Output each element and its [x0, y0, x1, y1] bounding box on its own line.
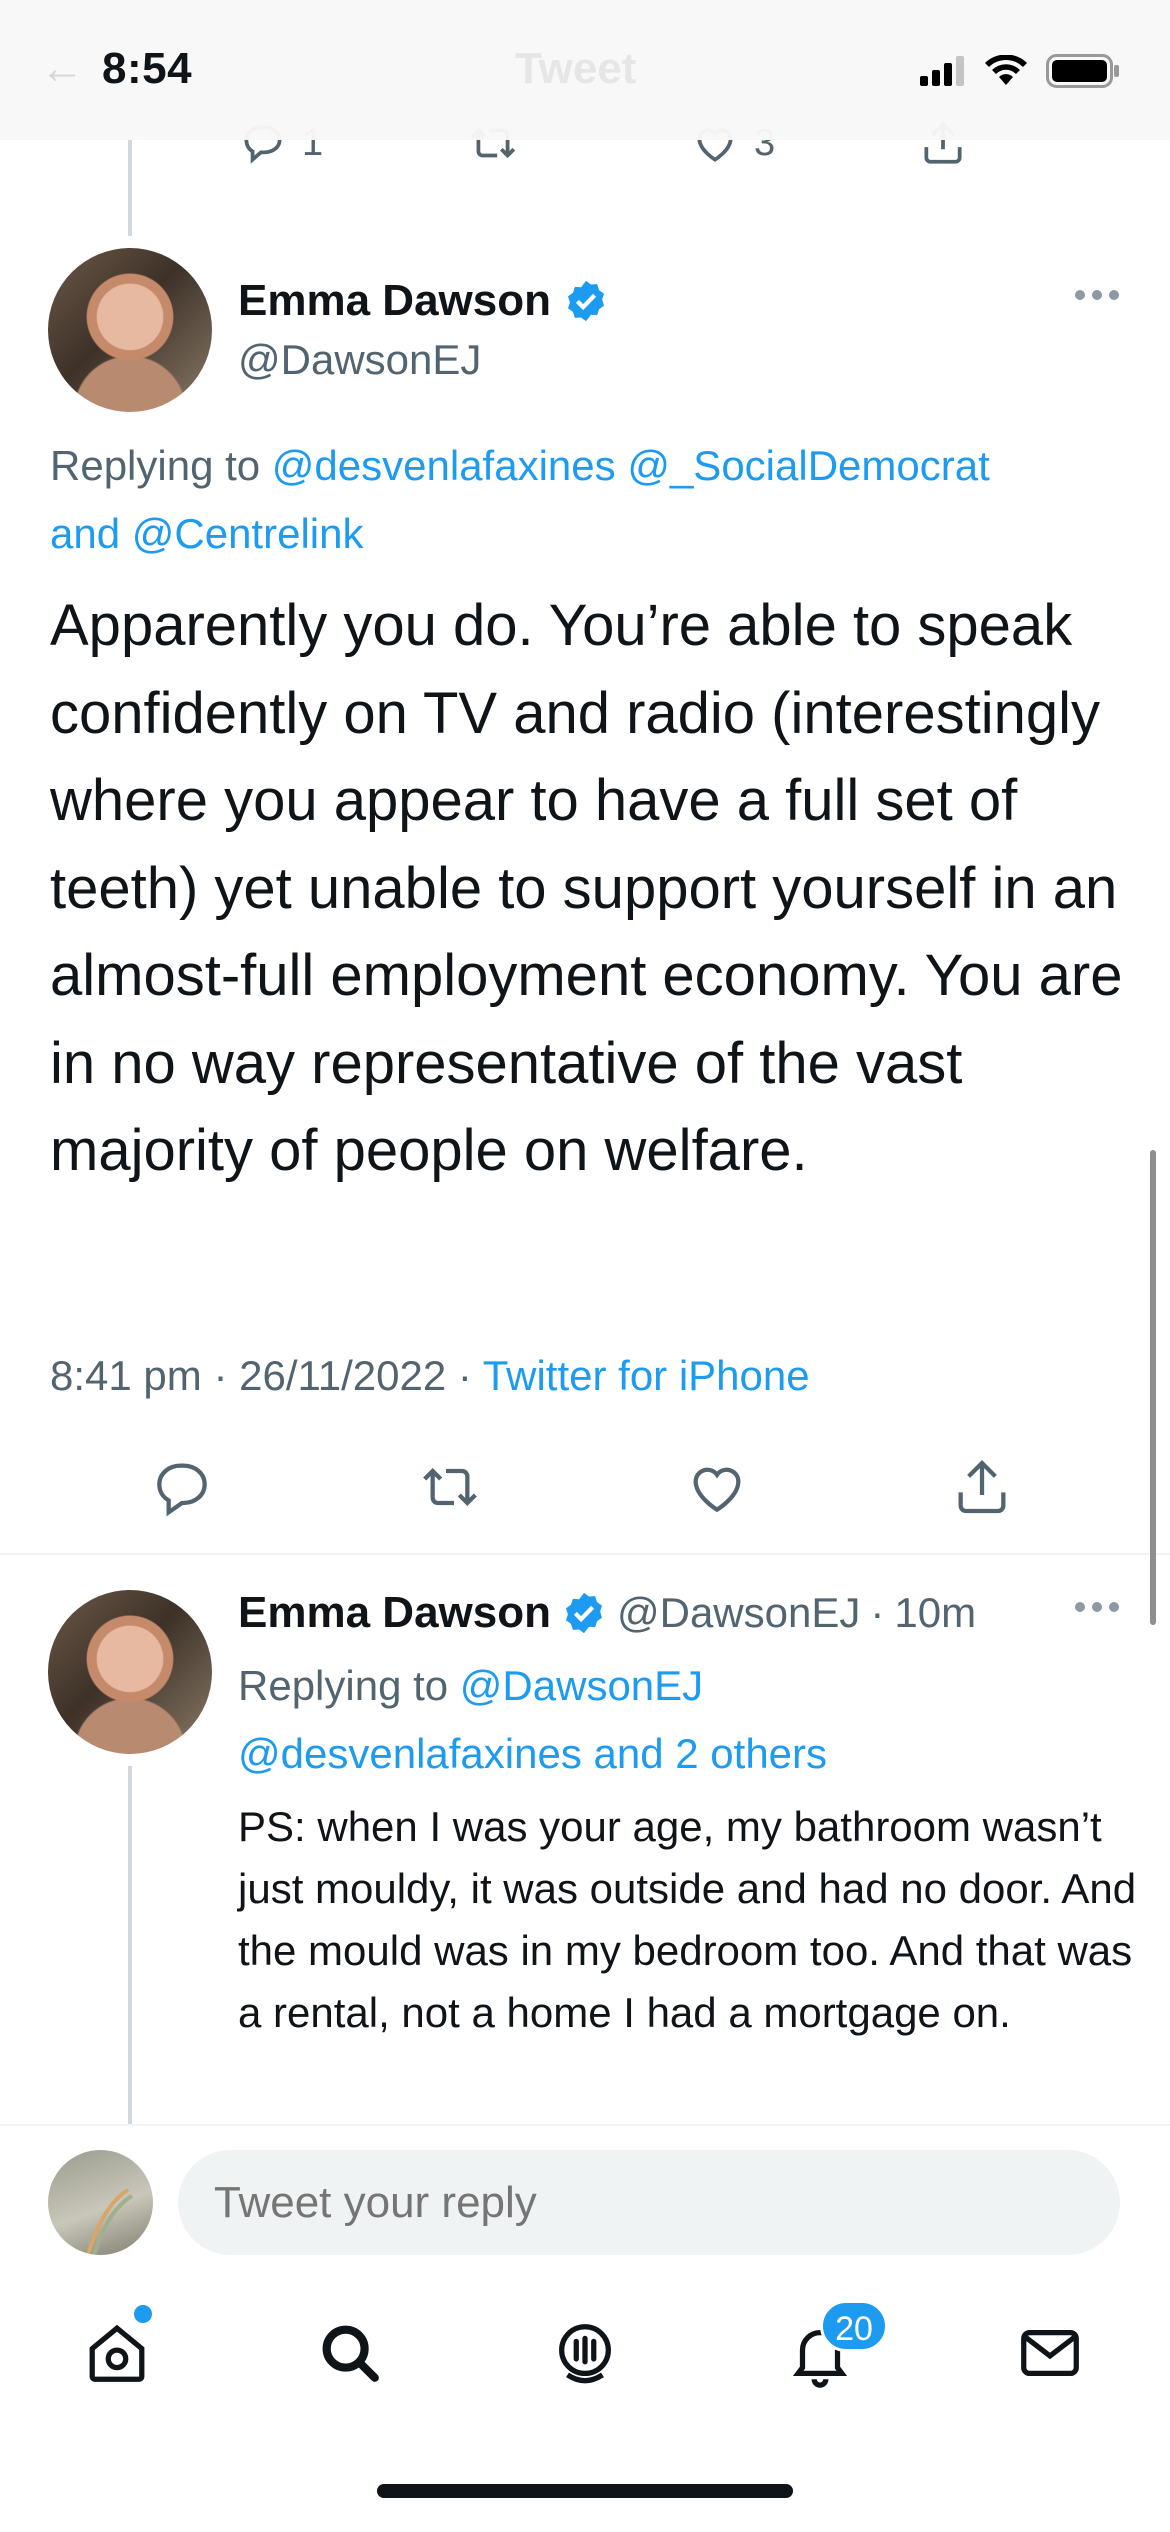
tweet-text: Apparently you do. You’re able to speak … [50, 593, 1123, 1183]
tab-spaces[interactable] [540, 2308, 630, 2398]
tweet-source[interactable]: Twitter for iPhone [483, 1352, 810, 1399]
like-button[interactable] [685, 1455, 749, 1524]
replying-others[interactable]: and 2 others [594, 1730, 828, 1777]
replying-prefix: Replying to [238, 1662, 460, 1709]
reply-button[interactable] [150, 1455, 214, 1524]
tweet-date: 26/11/2022 [239, 1352, 447, 1399]
thread-line-reply [128, 1766, 132, 2124]
search-icon [322, 2325, 379, 2382]
meta-dot: · [457, 1352, 472, 1399]
mention-desvenlafaxines[interactable]: @desvenlafaxines [272, 442, 616, 489]
meta-dot: · [213, 1352, 228, 1399]
scrollbar[interactable] [1150, 1150, 1156, 1625]
rainbow-photo [86, 2188, 134, 2255]
share-button[interactable] [950, 1455, 1014, 1524]
author-avatar[interactable] [48, 248, 212, 412]
retweet-button[interactable] [418, 1455, 482, 1524]
share-icon [958, 1459, 1006, 1514]
reply-text: PS: when I was your age, my bathroom was… [238, 1803, 1137, 2036]
home-indicator[interactable] [377, 2484, 793, 2498]
reply-icon [157, 1463, 207, 1517]
mention-dawsonej[interactable]: @DawsonEJ [460, 1662, 703, 1709]
main-author[interactable]: Emma Dawson [238, 276, 609, 326]
status-time: 8:54 [102, 44, 193, 93]
reply-header: Emma Dawson @DawsonEJ · 10m [238, 1588, 976, 1638]
meta-dot: · [870, 1589, 885, 1636]
like-icon [693, 1467, 741, 1513]
compose-avatar[interactable] [48, 2150, 153, 2255]
reply-author-name[interactable]: Emma Dawson [238, 1588, 551, 1638]
reply-input[interactable] [178, 2150, 1120, 2255]
replying-to: Replying to @desvenlafaxines @_SocialDem… [50, 432, 1130, 568]
tweet-meta: 8:41 pm · 26/11/2022 · Twitter for iPhon… [50, 1352, 810, 1400]
retweet-icon [423, 1467, 477, 1507]
tab-messages[interactable] [1005, 2308, 1095, 2398]
cellular-signal-icon [920, 56, 964, 86]
back-button[interactable]: ← [40, 44, 84, 94]
home-icon [89, 2324, 145, 2382]
divider [0, 2124, 1170, 2126]
notifications-badge: 20 [820, 2300, 888, 2352]
mention-centrelink[interactable]: @Centrelink [132, 510, 364, 557]
divider [0, 1553, 1170, 1555]
reply-replying-to: Replying to @DawsonEJ @desvenlafaxines a… [238, 1652, 1138, 1788]
reply-author-avatar[interactable] [48, 1590, 212, 1754]
tab-bar [0, 2290, 1170, 2420]
more-icon[interactable] [1074, 1600, 1120, 1614]
tweet-actions [0, 1455, 1170, 1535]
verified-icon [567, 280, 605, 322]
tweet-time: 8:41 pm [50, 1352, 202, 1399]
mention-desvenlafaxines[interactable]: @desvenlafaxines [238, 1730, 582, 1777]
status-bar: ← Tweet 8:54 [0, 0, 1170, 140]
reply-age: 10m [894, 1589, 977, 1636]
messages-icon [1021, 2329, 1079, 2377]
author-name: Emma Dawson [238, 276, 551, 325]
author-handle[interactable]: @DawsonEJ [238, 336, 481, 384]
wifi-icon [985, 55, 1027, 85]
mention-socialdemocrat[interactable]: @_SocialDemocrat [627, 442, 989, 489]
thread-line-top [128, 140, 132, 236]
verified-icon [565, 1592, 603, 1634]
home-unread-dot [134, 2305, 152, 2323]
reply-author-handle[interactable]: @DawsonEJ [617, 1589, 860, 1637]
spaces-icon [559, 2324, 611, 2384]
tab-home[interactable] [72, 2308, 162, 2398]
replying-and: and [50, 510, 121, 557]
page-title: Tweet [515, 44, 637, 93]
more-icon[interactable] [1074, 288, 1120, 302]
replying-prefix: Replying to [50, 442, 272, 489]
battery-icon [1046, 54, 1119, 88]
system-icons [920, 54, 1120, 88]
tab-search[interactable] [305, 2308, 395, 2398]
